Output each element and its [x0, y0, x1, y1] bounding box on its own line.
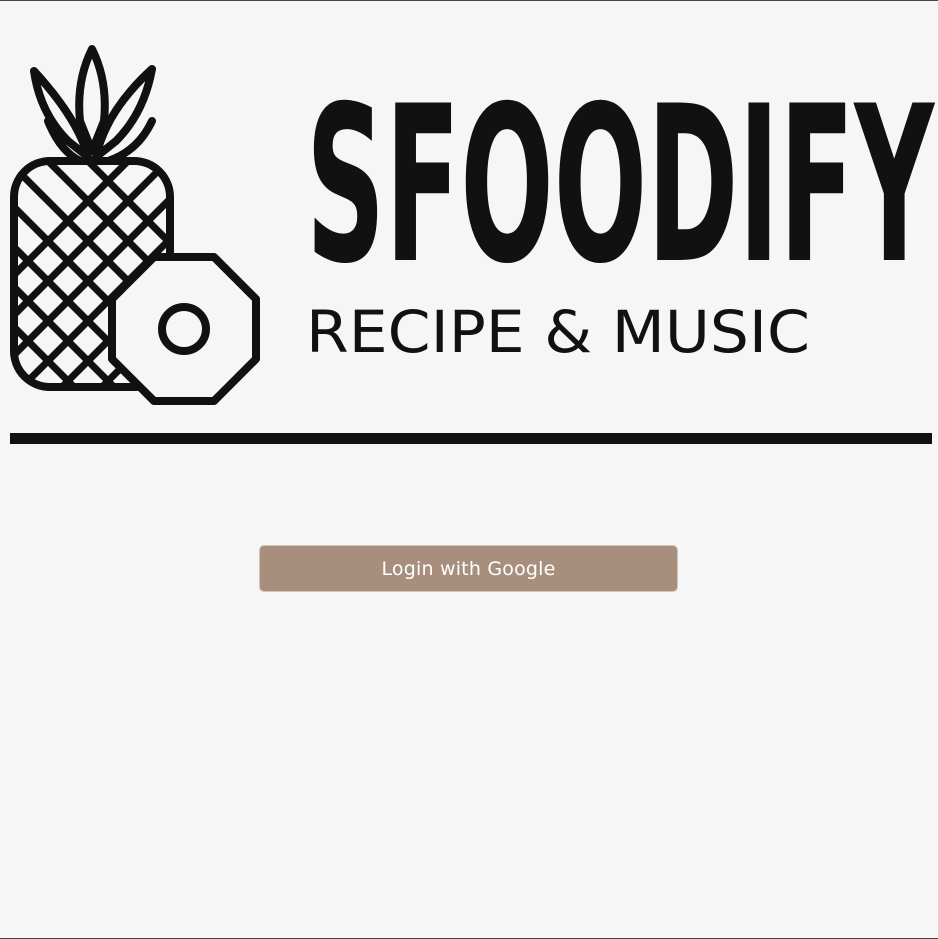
brand-tagline: RECIPE & MUSIC: [306, 297, 826, 367]
header-divider: [10, 433, 932, 444]
brand-tagline-text: RECIPE & MUSIC: [306, 298, 810, 366]
brand-title-text: SFOODIFY: [306, 60, 935, 301]
login-page: SFOODIFY RECIPE & MUSIC Login with Googl…: [0, 0, 938, 939]
login-button-label: Login with Google: [381, 557, 556, 580]
brand-title: SFOODIFY: [304, 41, 938, 301]
pineapple-icon: [8, 41, 264, 406]
login-with-google-button[interactable]: Login with Google: [259, 545, 678, 592]
